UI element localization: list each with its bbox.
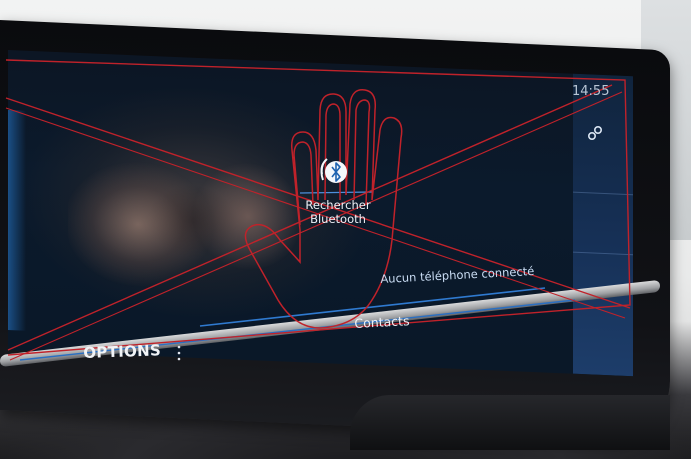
side-panel-divider <box>573 191 633 196</box>
search-bluetooth-label-line2: Bluetooth <box>310 212 366 226</box>
side-panel-divider <box>573 251 633 256</box>
bluetooth-icon[interactable] <box>314 150 354 190</box>
search-bluetooth-label-line1: Rechercher <box>305 198 371 212</box>
search-bluetooth-button[interactable]: Rechercher Bluetooth <box>298 198 378 226</box>
left-edge-glow <box>8 110 26 331</box>
tab-contacts[interactable]: Contacts <box>354 313 410 331</box>
settings-icon[interactable] <box>586 124 604 142</box>
photographer-reflection <box>68 122 318 313</box>
clock: 14:55 <box>572 84 610 99</box>
options-button[interactable]: OPTIONS <box>83 341 161 362</box>
lower-console <box>350 395 670 450</box>
right-side-panel <box>573 73 633 377</box>
vertical-dots-icon[interactable] <box>176 344 182 362</box>
